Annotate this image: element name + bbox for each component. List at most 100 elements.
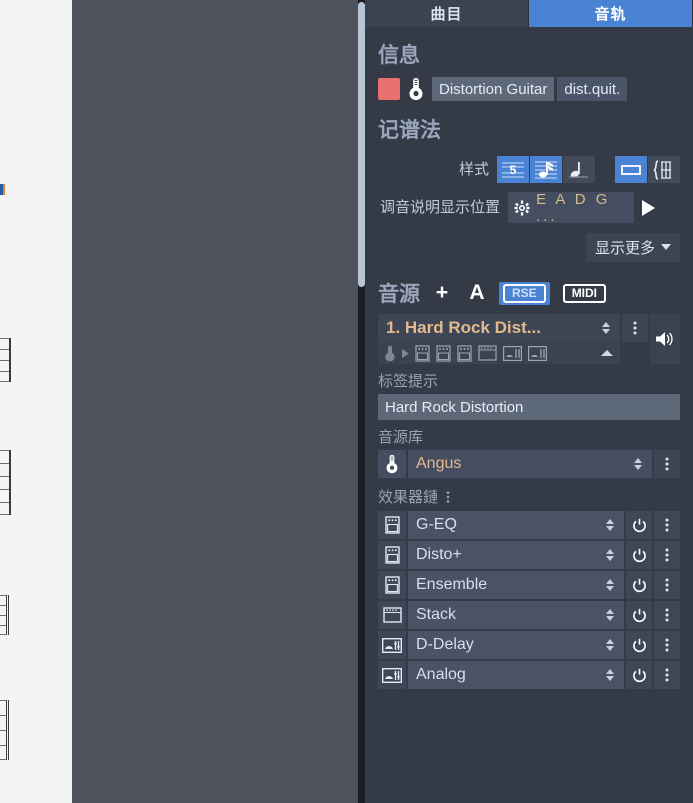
staff-layout-buttons xyxy=(615,156,680,183)
effect-menu-button[interactable] xyxy=(654,601,680,629)
pedal-icon xyxy=(378,511,406,539)
effect-power-button[interactable] xyxy=(626,511,652,539)
tab-songs[interactable]: 曲目 xyxy=(365,0,529,27)
library-value: Angus xyxy=(416,455,462,472)
show-more-label: 显示更多 xyxy=(594,240,655,257)
kebab-menu-icon xyxy=(665,668,669,682)
amp-stack-icon xyxy=(378,601,406,629)
rse-label: RSE xyxy=(503,283,546,303)
effect-power-button[interactable] xyxy=(626,631,652,659)
updown-arrows-icon xyxy=(602,322,610,334)
editor-workspace[interactable] xyxy=(72,0,358,803)
effect-name: G-EQ xyxy=(416,516,457,533)
staff-fragment xyxy=(0,450,11,515)
midi-mode-button[interactable]: MIDI xyxy=(559,282,610,305)
effect-menu-button[interactable] xyxy=(654,631,680,659)
effect-selector[interactable]: Analog xyxy=(408,661,624,689)
instrument-name[interactable]: Distortion Guitar xyxy=(432,77,555,101)
grand-staff-icon[interactable] xyxy=(648,156,680,183)
effect-selector[interactable]: D-Delay xyxy=(408,631,624,659)
notation-style-label: 样式 xyxy=(458,160,489,178)
inspector-tabbar: 曲目 音轨 xyxy=(365,0,693,27)
add-source-button[interactable]: + xyxy=(429,280,455,306)
effect-selector[interactable]: Ensemble xyxy=(408,571,624,599)
power-icon xyxy=(632,608,646,622)
updown-arrows-icon xyxy=(606,639,614,651)
tab-number-icon[interactable]: 5 xyxy=(497,156,529,183)
effect-selector[interactable]: Stack xyxy=(408,601,624,629)
instrument-short-name[interactable]: dist.quit. xyxy=(557,77,628,101)
source-chain-strip[interactable] xyxy=(378,342,620,364)
effect-power-button[interactable] xyxy=(626,661,652,689)
effect-menu-button[interactable] xyxy=(654,571,680,599)
preset-selector[interactable]: 1. Hard Rock Dist... xyxy=(378,314,620,342)
preset-menu-button[interactable] xyxy=(622,314,648,342)
effect-row: Stack xyxy=(378,601,680,629)
pedal-icon xyxy=(457,344,472,362)
effect-name: Stack xyxy=(416,606,457,623)
effect-power-button[interactable] xyxy=(626,601,652,629)
single-staff-icon[interactable] xyxy=(615,156,647,183)
effects-chain-label: 效果器鏈 xyxy=(378,489,439,506)
amp-stack-icon xyxy=(478,345,497,361)
tag-input[interactable]: Hard Rock Distortion xyxy=(378,394,680,420)
library-label: 音源库 xyxy=(378,429,424,446)
speaker-icon xyxy=(656,332,673,346)
library-selector[interactable]: Angus xyxy=(408,450,652,478)
kebab-menu-icon xyxy=(665,608,669,622)
guitar-icon xyxy=(378,450,406,478)
notation-style-row: 样式 5 xyxy=(365,156,693,183)
effect-name: Analog xyxy=(416,666,466,683)
effect-menu-button[interactable] xyxy=(654,511,680,539)
source-heading: 音源 xyxy=(378,282,420,306)
vertical-scrollbar-thumb[interactable] xyxy=(358,2,365,287)
rack-unit-icon xyxy=(528,345,547,361)
tuning-label: 调音说明显示位置 xyxy=(379,198,500,216)
updown-arrows-icon xyxy=(606,549,614,561)
effect-power-button[interactable] xyxy=(626,541,652,569)
score-sheet[interactable] xyxy=(0,0,72,803)
effect-name: Disto+ xyxy=(416,546,462,563)
automation-button[interactable]: A xyxy=(464,280,490,306)
play-small-icon xyxy=(402,348,409,358)
pedal-icon xyxy=(378,541,406,569)
slash-notation-icon[interactable] xyxy=(563,156,595,183)
play-tuning-icon[interactable] xyxy=(634,192,662,223)
standard-notation-icon[interactable] xyxy=(530,156,562,183)
info-heading: 信息 xyxy=(378,43,420,67)
effects-list: G-EQ Disto+ Ensemble Stack D-Delay Analog xyxy=(365,511,693,689)
chevron-down-icon xyxy=(661,244,671,250)
effect-power-button[interactable] xyxy=(626,571,652,599)
preset-row: 1. Hard Rock Dist... xyxy=(378,314,680,364)
source-volume-button[interactable] xyxy=(650,314,680,364)
updown-arrows-icon xyxy=(606,669,614,681)
power-icon xyxy=(632,548,646,562)
track-color-swatch[interactable] xyxy=(378,78,400,100)
kebab-menu-icon xyxy=(446,490,450,503)
rse-mode-button[interactable]: RSE xyxy=(499,281,550,305)
library-menu-button[interactable] xyxy=(654,450,680,478)
kebab-menu-icon xyxy=(665,548,669,562)
rack-unit-icon xyxy=(378,631,406,659)
effect-selector[interactable]: Disto+ xyxy=(408,541,624,569)
effect-selector[interactable]: G-EQ xyxy=(408,511,624,539)
effect-row: D-Delay xyxy=(378,631,680,659)
power-icon xyxy=(632,518,646,532)
collapse-up-icon xyxy=(601,350,613,356)
effect-menu-button[interactable] xyxy=(654,661,680,689)
effect-menu-button[interactable] xyxy=(654,541,680,569)
show-more-button[interactable]: 显示更多 xyxy=(585,233,680,262)
rack-unit-icon xyxy=(503,345,522,361)
updown-arrows-icon xyxy=(634,458,642,470)
preset-name: 1. Hard Rock Dist... xyxy=(386,318,541,337)
tab-tracks[interactable]: 音轨 xyxy=(529,0,693,27)
effect-row: Ensemble xyxy=(378,571,680,599)
show-more-row: 显示更多 xyxy=(365,223,693,262)
source-header: 音源 + A RSE MIDI xyxy=(365,262,693,314)
tuning-selector[interactable]: E A D G ... xyxy=(508,191,634,225)
power-icon xyxy=(632,668,646,682)
effect-name: D-Delay xyxy=(416,636,474,653)
guitar-icon[interactable] xyxy=(403,76,429,102)
library-row: Angus xyxy=(378,450,680,478)
kebab-menu-icon xyxy=(665,518,669,532)
